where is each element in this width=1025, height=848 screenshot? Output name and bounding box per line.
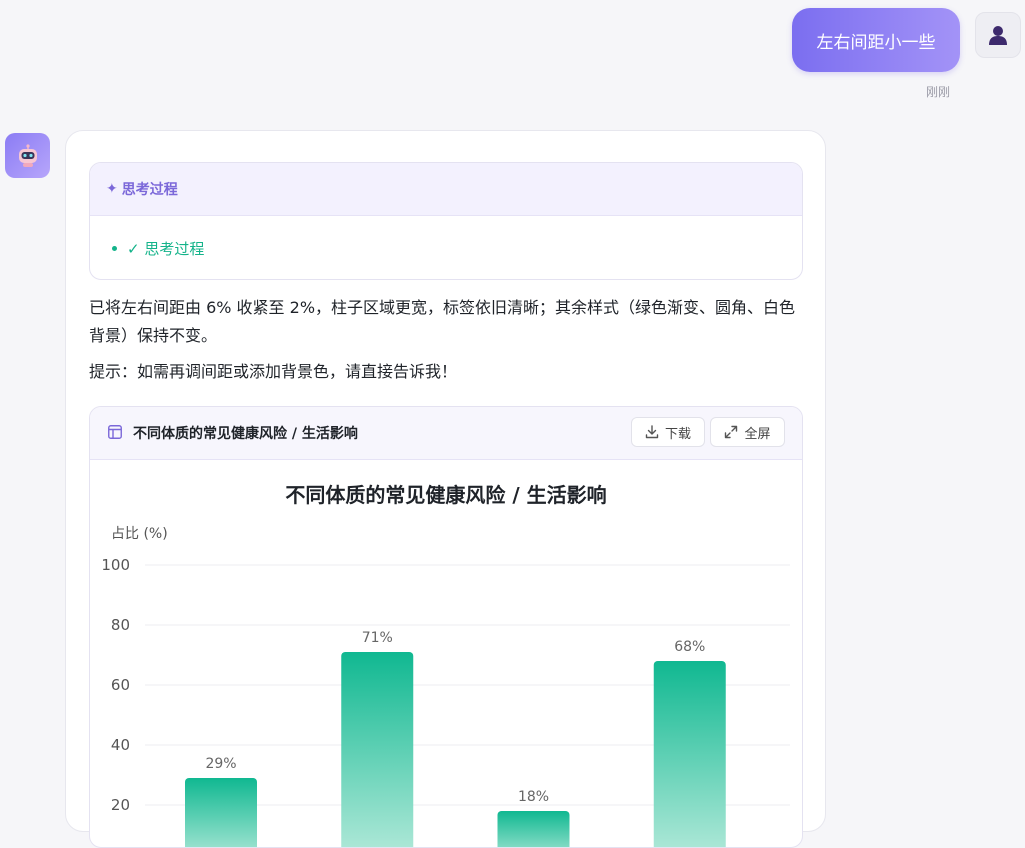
expand-icon	[725, 425, 738, 439]
download-button[interactable]: 下载	[631, 417, 705, 447]
chart-card-title: 不同体质的常见健康风险 / 生活影响	[133, 426, 358, 442]
bot-avatar	[5, 133, 50, 178]
y-tick-label: 20	[111, 796, 130, 814]
bar[interactable]	[653, 661, 726, 848]
chart-title: 不同体质的常见健康风险 / 生活影响	[285, 483, 606, 507]
sparkle-icon: ✦	[106, 181, 118, 197]
robot-icon	[18, 143, 37, 167]
y-tick-label: 100	[101, 556, 130, 574]
user-message-bubble: 左右间距小一些	[792, 8, 960, 72]
download-button-label: 下载	[664, 426, 691, 442]
bullet-dot	[112, 245, 117, 251]
bar[interactable]	[185, 778, 257, 848]
y-tick-label: 80	[111, 616, 130, 634]
user-icon	[989, 26, 1007, 45]
thinking-panel-title: 思考过程	[121, 182, 178, 198]
bar[interactable]	[497, 811, 570, 848]
thinking-panel-header[interactable]: ✦ 思考过程	[90, 163, 802, 216]
download-icon	[645, 425, 659, 439]
answer-paragraph: 已将左右间距由 6% 收紧至 2%，柱子区域更宽，标签依旧清晰；其余样式（绿色渐…	[89, 298, 796, 345]
chart-card: 不同体质的常见健康风险 / 生活影响 下载 全屏 不同体质的常见健康风险 / 生…	[89, 406, 803, 848]
fullscreen-button[interactable]: 全屏	[710, 417, 785, 447]
bar-chart: 不同体质的常见健康风险 / 生活影响 占比 (%) 20 40 60 80 100 29…	[101, 483, 790, 848]
bar[interactable]	[341, 652, 414, 848]
assistant-message-card: ✦ 思考过程 ✓ 思考过程 已将左右间距由 6% 收紧至 2%，柱子区域更宽，标…	[65, 130, 826, 848]
user-message-text: 左右间距小一些	[816, 32, 936, 53]
user-avatar	[975, 12, 1021, 58]
message-timestamp: 刚刚	[926, 85, 951, 99]
bar-value-label: 29%	[205, 756, 236, 772]
thinking-panel: ✦ 思考过程 ✓ 思考过程	[89, 162, 803, 280]
bar-value-label: 68%	[674, 639, 705, 655]
fullscreen-button-label: 全屏	[744, 426, 771, 442]
y-tick-label: 60	[111, 676, 130, 694]
layout-icon	[108, 425, 122, 439]
bar-value-label: 18%	[518, 789, 549, 805]
bar-value-label: 71%	[362, 630, 393, 646]
y-tick-label: 40	[111, 736, 130, 754]
thinking-step-item: ✓ 思考过程	[127, 239, 205, 258]
y-axis-label: 占比 (%)	[111, 526, 168, 542]
answer-hint: 提示：如需再调间距或添加背景色，请直接告诉我！	[89, 362, 458, 381]
chart-card-toolbar: 不同体质的常见健康风险 / 生活影响 下载 全屏	[90, 407, 802, 460]
assistant-message-text: 已将左右间距由 6% 收紧至 2%，柱子区域更宽，标签依旧清晰；其余样式（绿色渐…	[89, 294, 801, 386]
thinking-panel-body: ✓ 思考过程	[90, 216, 802, 279]
